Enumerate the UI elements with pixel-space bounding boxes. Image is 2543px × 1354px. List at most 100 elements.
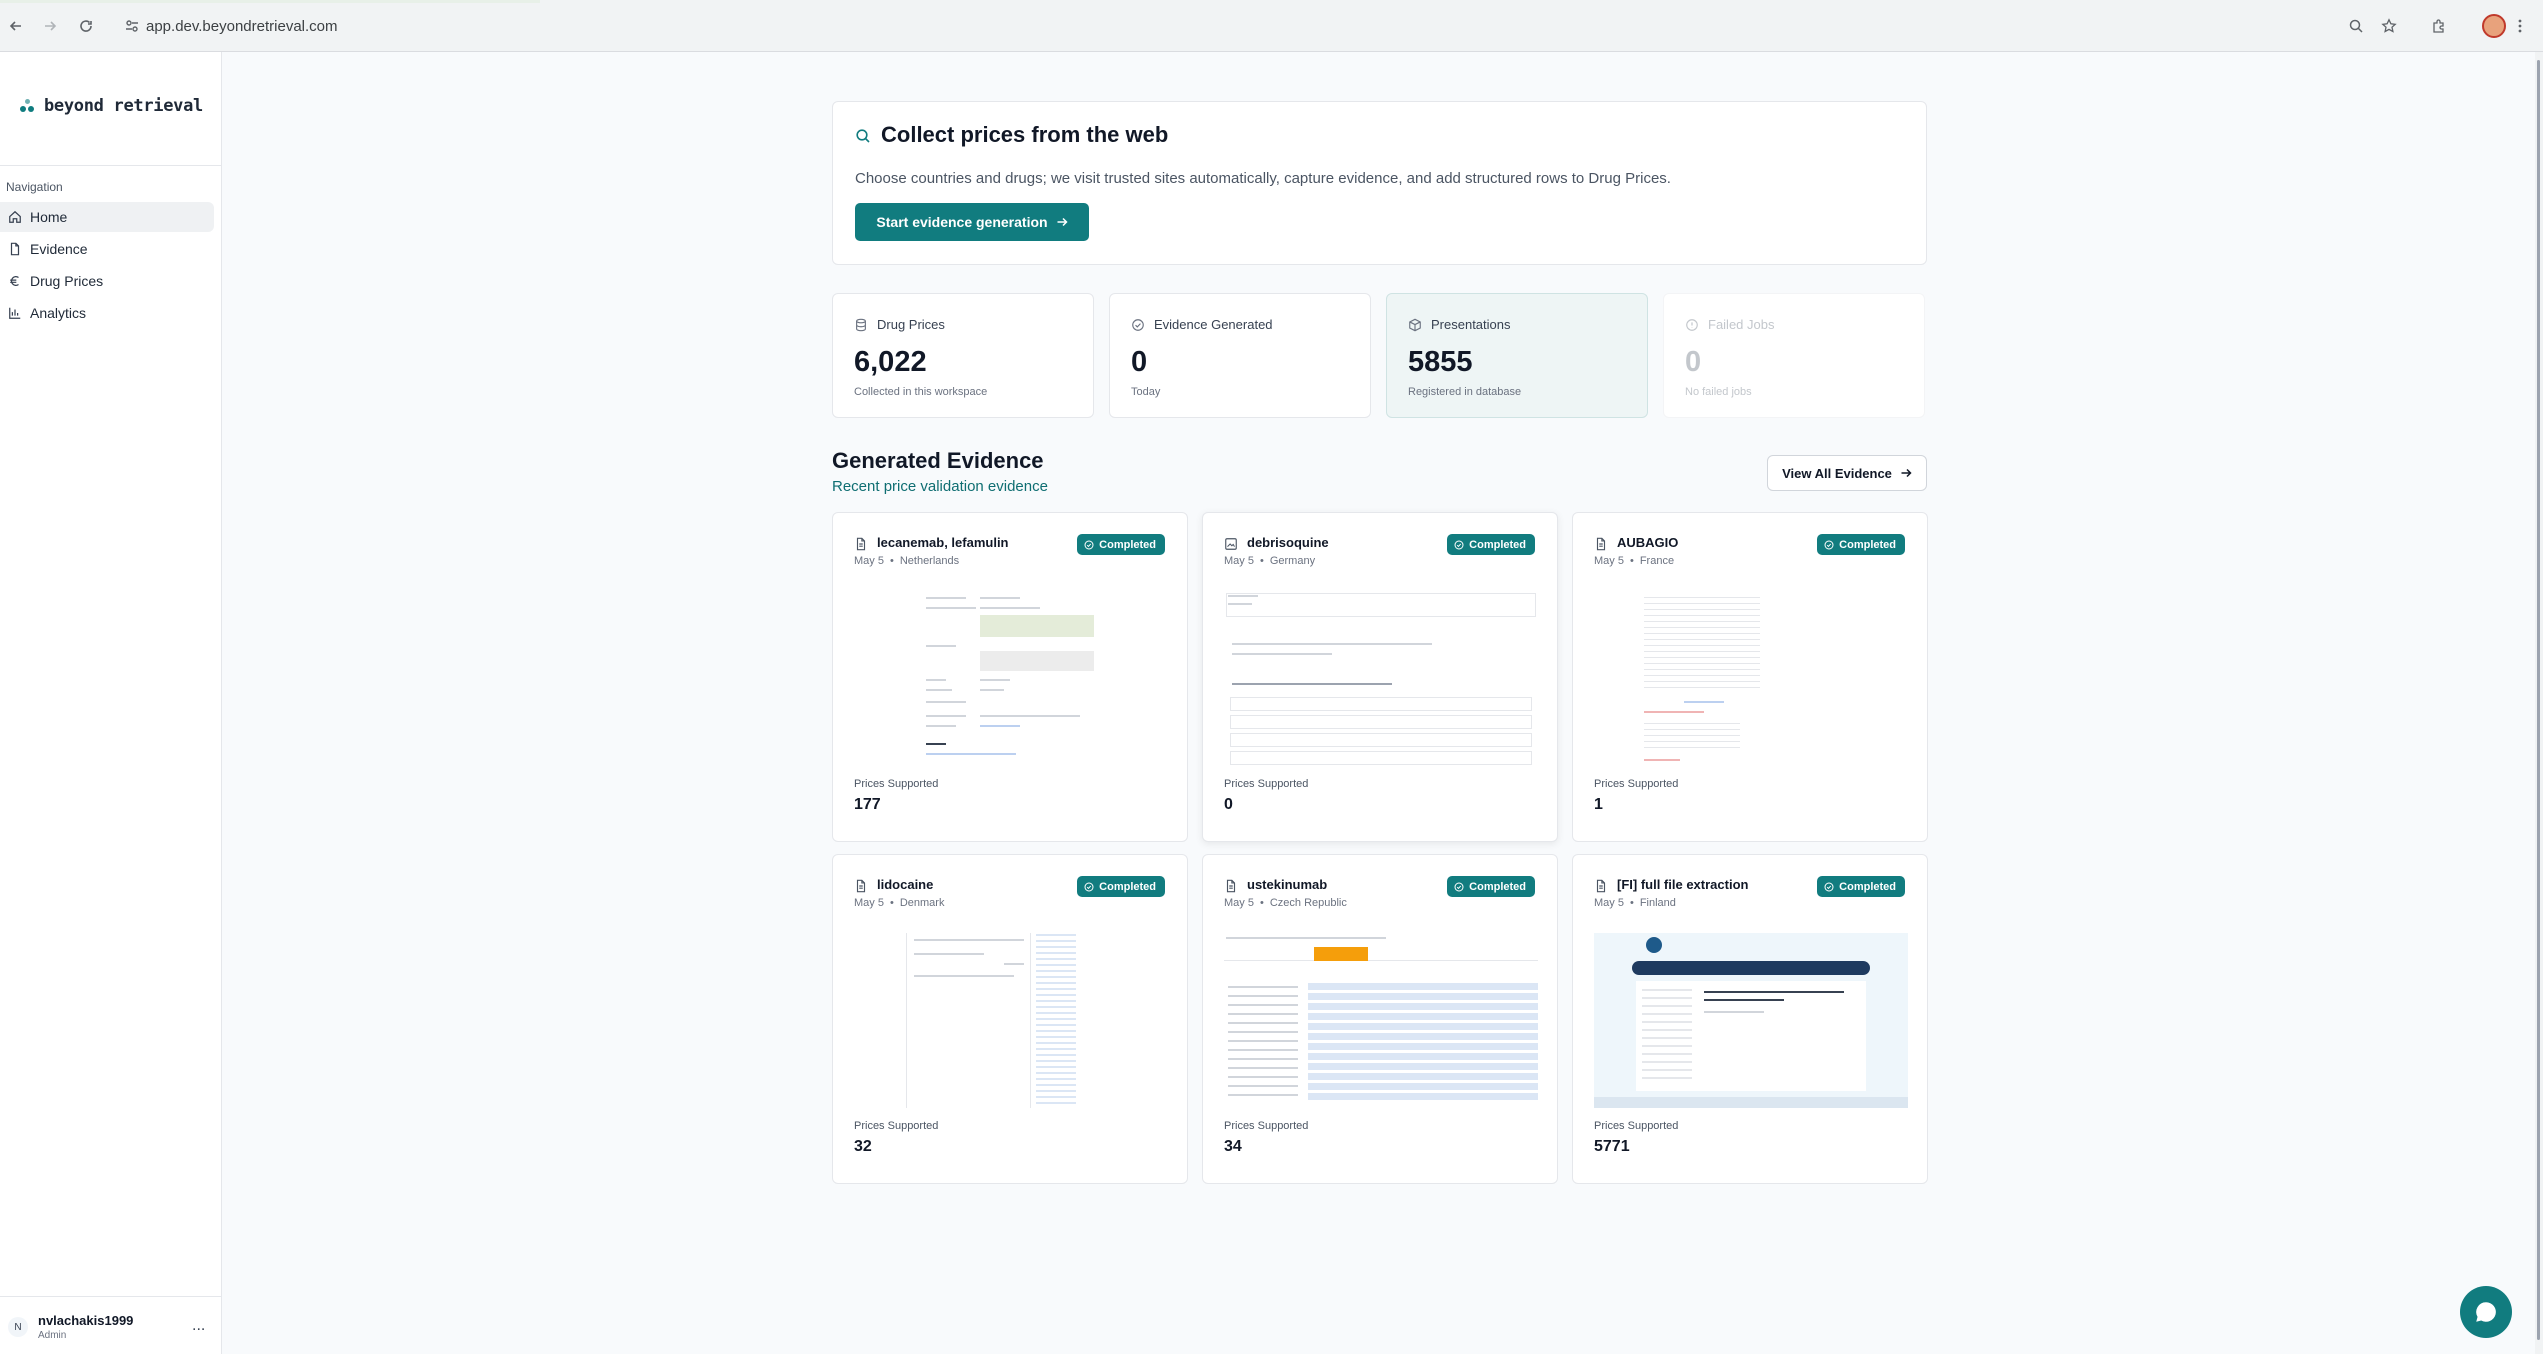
sidebar-item-home[interactable]: Home bbox=[0, 202, 214, 232]
evidence-thumbnail[interactable] bbox=[1594, 591, 1908, 766]
browser-toolbar: app.dev.beyondretrieval.com bbox=[0, 0, 2543, 52]
extensions-button[interactable] bbox=[2427, 14, 2451, 38]
status-badge: Completed bbox=[1077, 534, 1165, 555]
evidence-thumbnail[interactable] bbox=[854, 933, 1168, 1108]
arrow-right-icon bbox=[45, 21, 57, 31]
stat-value: 0 bbox=[1131, 346, 1148, 378]
evidence-name: AUBAGIO bbox=[1617, 535, 1679, 550]
start-evidence-button[interactable]: Start evidence generation bbox=[855, 203, 1089, 241]
hero-card: Collect prices from the web Choose count… bbox=[832, 101, 1927, 265]
check-circle-icon bbox=[1824, 881, 1834, 892]
chat-bubble-icon bbox=[2476, 1302, 2496, 1322]
prices-supported-label: Prices Supported bbox=[1594, 778, 1679, 790]
evidence-country: France bbox=[1639, 555, 1675, 567]
view-all-evidence-button[interactable]: View All Evidence bbox=[1767, 455, 1927, 491]
sidebar-item-analytics[interactable]: Analytics bbox=[0, 298, 214, 328]
evidence-thumbnail[interactable] bbox=[1224, 933, 1538, 1108]
evidence-name: [FI] full file extraction bbox=[1617, 877, 1749, 892]
evidence-card[interactable]: debrisoquine May 5 • Germany Completed Pri… bbox=[1202, 512, 1558, 842]
image-icon bbox=[1225, 538, 1237, 550]
evidence-name: ustekinumab bbox=[1247, 877, 1328, 892]
zoom-button[interactable] bbox=[2344, 14, 2368, 38]
evidence-card[interactable]: lecanemab, lefamulin May 5 • Netherlands C… bbox=[832, 512, 1188, 842]
prices-supported-label: Prices Supported bbox=[1224, 778, 1309, 790]
evidence-date: May 5 bbox=[854, 555, 884, 567]
evidence-card[interactable]: lidocaine May 5 • Denmark Completed Prices… bbox=[832, 854, 1188, 1184]
brand-name: beyond retrieval bbox=[44, 96, 203, 116]
status-label: Completed bbox=[1839, 538, 1896, 551]
profile-avatar[interactable] bbox=[2482, 14, 2506, 38]
user-menu-button[interactable]: ... bbox=[192, 1317, 205, 1335]
package-icon bbox=[1409, 318, 1421, 332]
chat-button[interactable] bbox=[2460, 1286, 2512, 1338]
bar-chart-icon bbox=[9, 307, 21, 319]
stat-sub: Registered in database bbox=[1408, 386, 1522, 398]
nav-list: Home Evidence Drug Prices Analytics bbox=[0, 202, 222, 330]
document-icon bbox=[10, 242, 20, 256]
evidence-country: Denmark bbox=[899, 897, 945, 909]
reload-button[interactable] bbox=[74, 14, 98, 38]
separator-dot: • bbox=[1629, 897, 1634, 909]
evidence-date: May 5 bbox=[1224, 555, 1254, 567]
evidence-card[interactable]: ustekinumab May 5 • Czech Republic Complet… bbox=[1202, 854, 1558, 1184]
bookmark-button[interactable] bbox=[2377, 14, 2401, 38]
user-footer[interactable]: N nvlachakis1999 Admin ... bbox=[0, 1296, 222, 1354]
brand-logo[interactable]: beyond retrieval bbox=[20, 96, 203, 116]
sidebar-item-evidence[interactable]: Evidence bbox=[0, 234, 214, 264]
alert-circle-icon bbox=[1686, 319, 1698, 331]
evidence-thumbnail[interactable] bbox=[1224, 591, 1538, 766]
stat-evidence-generated[interactable]: Evidence Generated 0 Today bbox=[1109, 293, 1371, 418]
document-icon bbox=[856, 879, 866, 893]
brand-dots-icon bbox=[20, 97, 36, 115]
database-icon bbox=[856, 318, 866, 332]
stat-value: 5855 bbox=[1408, 346, 1473, 378]
back-button[interactable] bbox=[4, 14, 28, 38]
check-circle-icon bbox=[1132, 319, 1144, 331]
scrollbar-thumb[interactable] bbox=[2537, 60, 2540, 1340]
star-icon bbox=[2381, 18, 2397, 33]
sidebar-item-drug-prices[interactable]: Drug Prices bbox=[0, 266, 214, 296]
arrow-right-icon bbox=[1057, 217, 1068, 227]
home-icon bbox=[9, 210, 21, 223]
check-circle-icon bbox=[1824, 539, 1834, 550]
arrow-right-icon bbox=[1901, 468, 1912, 478]
evidence-thumbnail[interactable] bbox=[854, 591, 1168, 766]
sidebar-item-label: Home bbox=[30, 209, 68, 225]
status-badge: Completed bbox=[1447, 534, 1535, 555]
check-circle-icon bbox=[1454, 881, 1464, 892]
evidence-thumbnail[interactable] bbox=[1594, 933, 1908, 1108]
search-icon bbox=[856, 129, 870, 143]
stat-failed-jobs[interactable]: Failed Jobs 0 No failed jobs bbox=[1663, 293, 1925, 418]
evidence-date: May 5 bbox=[1594, 897, 1624, 909]
zoom-icon bbox=[2349, 19, 2363, 33]
start-evidence-label: Start evidence generation bbox=[876, 214, 1048, 230]
separator-dot: • bbox=[889, 555, 894, 567]
browser-menu-button[interactable] bbox=[2508, 14, 2532, 38]
site-settings-icon[interactable] bbox=[124, 18, 140, 34]
avatar[interactable]: N bbox=[8, 1317, 28, 1337]
url-text[interactable]: app.dev.beyondretrieval.com bbox=[146, 18, 338, 35]
stat-drug-prices[interactable]: Drug Prices 6,022 Collected in this work… bbox=[832, 293, 1094, 418]
sidebar-item-label: Evidence bbox=[30, 241, 88, 257]
evidence-date: May 5 bbox=[1224, 897, 1254, 909]
document-icon bbox=[856, 537, 866, 551]
separator-dot: • bbox=[1259, 555, 1264, 567]
evidence-card[interactable]: [FI] full file extraction May 5 • Finland … bbox=[1572, 854, 1928, 1184]
prices-supported-label: Prices Supported bbox=[1224, 1120, 1309, 1132]
prices-supported-value: 177 bbox=[854, 796, 881, 813]
separator-dot: • bbox=[1259, 897, 1264, 909]
view-all-label: View All Evidence bbox=[1782, 465, 1892, 481]
section-subtitle: Recent price validation evidence bbox=[832, 478, 1048, 495]
address-bar[interactable]: app.dev.beyondretrieval.com bbox=[114, 10, 2364, 42]
evidence-meta: May 5 • Denmark bbox=[854, 897, 944, 909]
forward-button[interactable] bbox=[38, 14, 62, 38]
stat-sub: Collected in this workspace bbox=[854, 386, 988, 398]
document-icon bbox=[1596, 537, 1606, 551]
prices-supported-label: Prices Supported bbox=[1594, 1120, 1679, 1132]
status-badge: Completed bbox=[1447, 876, 1535, 897]
main-content: Collect prices from the web Choose count… bbox=[223, 52, 2543, 1354]
prices-supported-value: 1 bbox=[1594, 796, 1603, 813]
stat-presentations[interactable]: Presentations 5855 Registered in databas… bbox=[1386, 293, 1648, 418]
stat-value: 6,022 bbox=[854, 346, 927, 378]
evidence-card[interactable]: AUBAGIO May 5 • France Completed Prices Su… bbox=[1572, 512, 1928, 842]
